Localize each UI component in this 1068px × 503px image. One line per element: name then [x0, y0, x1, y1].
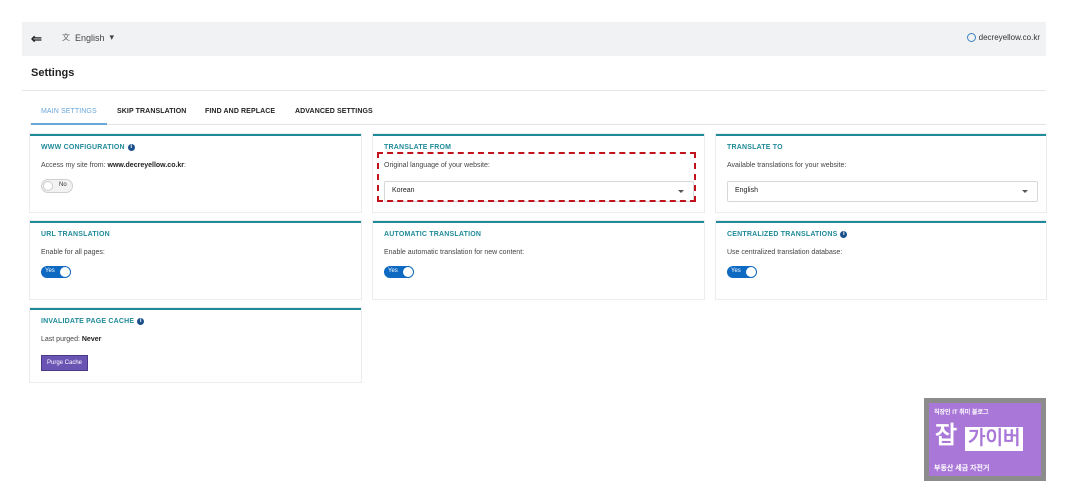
cache-description: Last purged: Never — [41, 336, 101, 343]
www-title: WWW CONFIGURATION — [41, 144, 125, 151]
desc-suffix: : — [184, 162, 186, 169]
url-translation-description: Enable for all pages: — [41, 249, 105, 256]
tab-find-and-replace[interactable]: FIND AND REPLACE — [205, 108, 275, 115]
card-title: TRANSLATE TO — [727, 144, 783, 151]
logo-panel: 직장인 IT 취미 블로그 잡 가이버 부동산 세금 자전거 — [929, 403, 1041, 476]
translate-to-title: TRANSLATE TO — [727, 144, 783, 151]
translate-to-description: Available translations for your website: — [727, 162, 847, 169]
card-invalidate-page-cache: INVALIDATE PAGE CACHE i Last purged: Nev… — [30, 308, 361, 382]
info-icon[interactable]: i — [127, 144, 135, 151]
page-title: Settings — [31, 67, 75, 79]
card-title: WWW CONFIGURATION i — [41, 144, 135, 151]
automatic-translation-toggle[interactable]: Yes — [384, 266, 414, 278]
www-toggle[interactable]: No — [41, 179, 73, 193]
www-description: Access my site from: www.decreyellow.co.… — [41, 162, 186, 169]
tab-main-settings[interactable]: MAIN SETTINGS — [31, 108, 107, 125]
card-www-configuration: WWW CONFIGURATION i Access my site from:… — [30, 134, 361, 212]
cache-title: INVALIDATE PAGE CACHE — [41, 318, 135, 325]
toggle-knob — [60, 267, 70, 277]
logo-subtitle: 부동산 세금 자전거 — [934, 465, 990, 472]
highlight-box — [377, 152, 696, 202]
chevron-down-icon: ▾ — [109, 32, 115, 42]
card-title: INVALIDATE PAGE CACHE i — [41, 318, 145, 325]
card-centralized-translations: CENTRALIZED TRANSLATIONS i Use centraliz… — [716, 221, 1046, 299]
purge-cache-button[interactable]: Purge Cache — [41, 355, 89, 371]
site-link[interactable]: decreyellow.co.kr — [966, 33, 1040, 42]
logo-tagline: 직장인 IT 취미 블로그 — [934, 410, 989, 416]
centralized-title: CENTRALIZED TRANSLATIONS — [727, 231, 838, 238]
centralized-toggle[interactable]: Yes — [727, 266, 757, 278]
language-label: English — [75, 32, 105, 43]
centralized-description: Use centralized translation database: — [727, 249, 843, 256]
divider — [22, 90, 1046, 91]
card-automatic-translation: AUTOMATIC TRANSLATION Enable automatic t… — [373, 221, 704, 299]
logo-name: 가이버 — [965, 427, 1024, 451]
url-translation-toggle[interactable]: Yes — [41, 266, 71, 278]
card-title: TRANSLATE FROM — [384, 144, 451, 151]
info-icon[interactable]: i — [137, 318, 145, 325]
collapse-menu-icon[interactable]: ⇐ — [31, 31, 42, 47]
card-url-translation: URL TRANSLATION Enable for all pages: Ye… — [30, 221, 361, 299]
toggle-knob — [403, 267, 413, 277]
desc-prefix: Last purged: — [41, 336, 82, 343]
translate-icon: 文 — [62, 33, 70, 42]
language-selector[interactable]: 文 English ▾ — [62, 32, 114, 43]
card-title: URL TRANSLATION — [41, 231, 110, 238]
select-value: English — [735, 187, 758, 194]
automatic-translation-title: AUTOMATIC TRANSLATION — [384, 231, 482, 238]
watermark-logo: 직장인 IT 취미 블로그 잡 가이버 부동산 세금 자전거 — [924, 398, 1046, 481]
toggle-label: No — [59, 182, 67, 188]
last-purged-value: Never — [81, 336, 102, 343]
toggle-label: Yes — [45, 268, 55, 274]
desc-prefix: Access my site from: — [41, 162, 108, 169]
toggle-label: Yes — [731, 268, 741, 274]
url-translation-title: URL TRANSLATION — [41, 231, 110, 238]
toggle-knob — [746, 267, 756, 277]
globe-icon — [966, 33, 976, 42]
site-url: www.decreyellow.co.kr — [107, 162, 185, 169]
info-icon[interactable]: i — [840, 231, 848, 238]
toggle-label: Yes — [388, 268, 398, 274]
tab-skip-translation[interactable]: SKIP TRANSLATION — [117, 108, 186, 115]
card-title: CENTRALIZED TRANSLATIONS i — [727, 231, 848, 238]
target-language-select[interactable]: English — [727, 181, 1038, 202]
translate-from-title: TRANSLATE FROM — [384, 144, 452, 151]
automatic-translation-description: Enable automatic translation for new con… — [384, 249, 525, 256]
toggle-knob — [43, 181, 53, 191]
logo-big-char: 잡 — [935, 422, 958, 449]
card-translate-to: TRANSLATE TO Available translations for … — [716, 134, 1046, 212]
site-label: decreyellow.co.kr — [978, 33, 1040, 42]
card-title: AUTOMATIC TRANSLATION — [384, 231, 481, 238]
top-bar: ⇐ 文 English ▾ decreyellow.co.kr — [22, 22, 1046, 56]
settings-tabs: MAIN SETTINGS SKIP TRANSLATION FIND AND … — [30, 100, 1046, 125]
tab-advanced-settings[interactable]: ADVANCED SETTINGS — [295, 108, 373, 115]
chevron-down-icon — [1022, 190, 1028, 193]
